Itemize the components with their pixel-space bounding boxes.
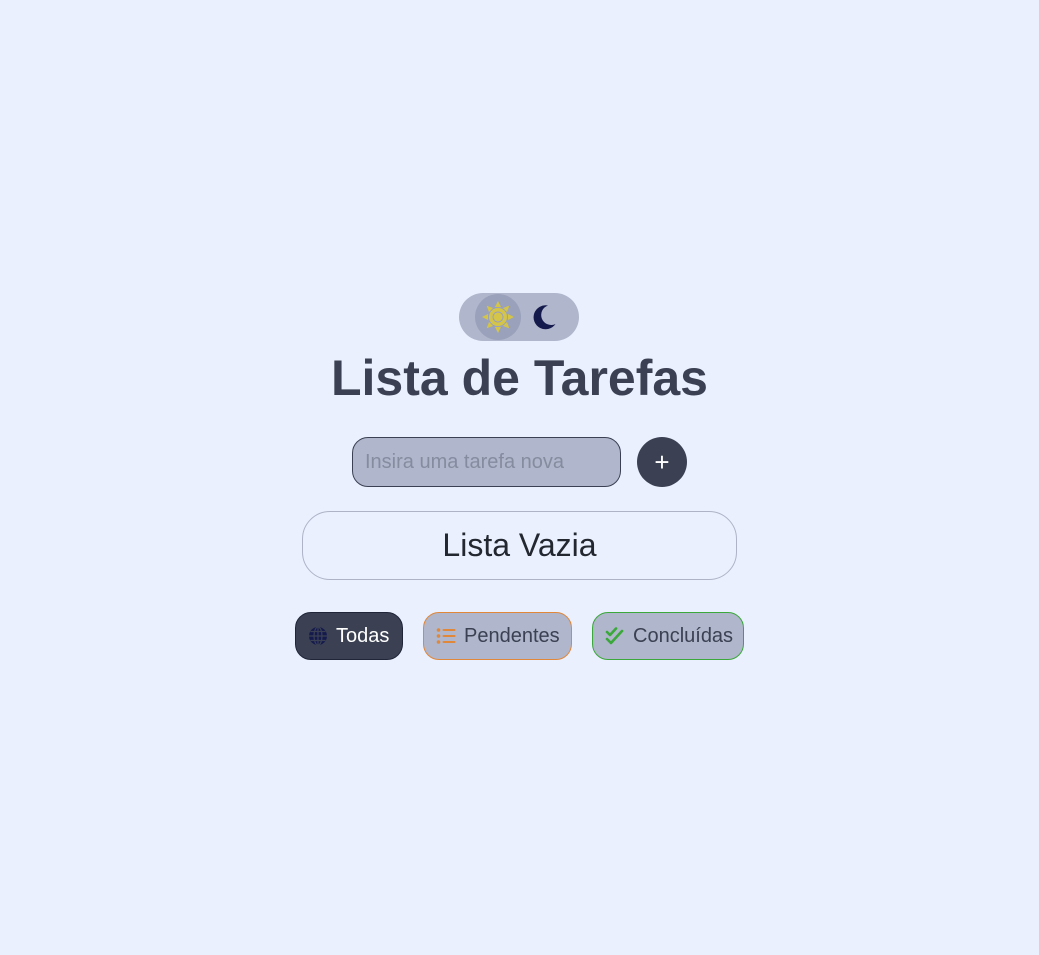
empty-list-message: Lista Vazia	[442, 527, 597, 563]
theme-toggle[interactable]	[459, 293, 579, 341]
sun-icon	[482, 301, 514, 333]
filter-done-button[interactable]: Concluídas	[592, 612, 744, 660]
filter-pending-label: Pendentes	[464, 624, 560, 647]
add-task-button[interactable]: +	[637, 437, 687, 487]
filter-all-label: Todas	[336, 624, 390, 647]
theme-toggle-knob[interactable]	[475, 294, 521, 340]
moon-icon	[533, 305, 556, 330]
task-input[interactable]	[352, 437, 621, 487]
filter-pending-button[interactable]: Pendentes	[423, 612, 572, 660]
double-check-icon	[605, 626, 625, 646]
moon-button[interactable]	[529, 302, 559, 332]
todo-app: Lista de Tarefas + Lista Vazia Todas	[0, 0, 1039, 955]
page-title: Lista de Tarefas	[330, 350, 708, 406]
list-icon	[436, 626, 456, 646]
globe-icon	[308, 626, 328, 646]
task-list: Lista Vazia	[302, 511, 737, 580]
filter-all-button[interactable]: Todas	[295, 612, 403, 660]
filter-done-label: Concluídas	[633, 624, 734, 647]
